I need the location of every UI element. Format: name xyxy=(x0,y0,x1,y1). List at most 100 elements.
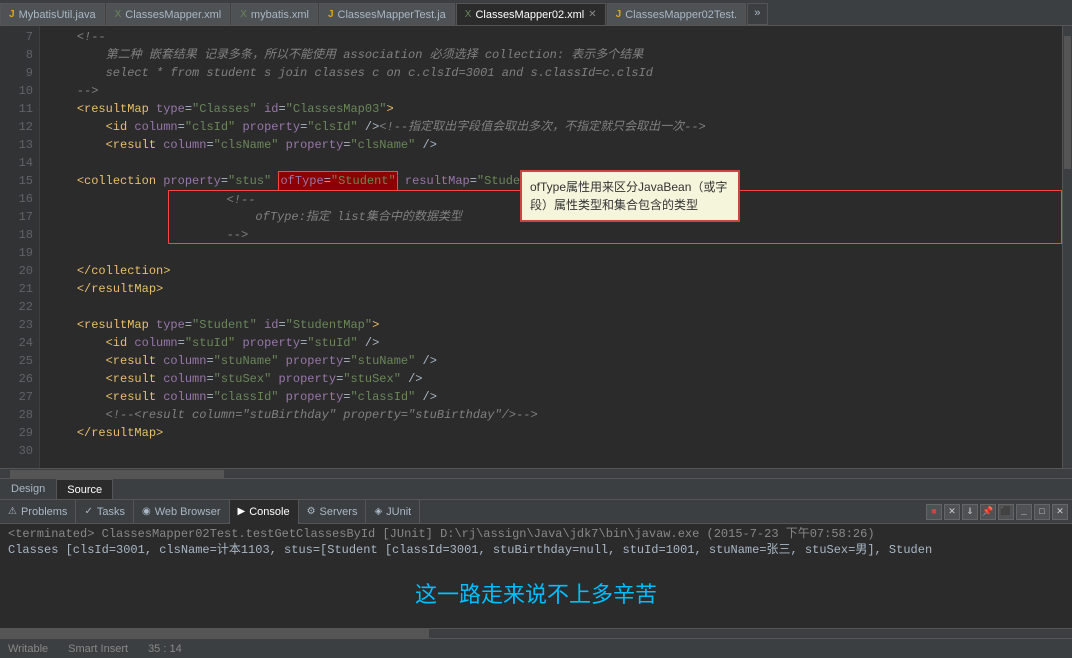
line-number: 15 xyxy=(0,172,33,190)
code-line-22 xyxy=(48,298,1062,316)
line-number: 20 xyxy=(0,262,33,280)
line-number: 12 xyxy=(0,118,33,136)
tab-label: ClassesMapper.xml xyxy=(125,9,221,21)
code-line-10: --> xyxy=(48,82,1062,100)
tab-label: mybatis.xml xyxy=(251,9,309,21)
line-number: 27 xyxy=(0,388,33,406)
close-panel-button[interactable]: ✕ xyxy=(1052,504,1068,520)
code-line-26: <result column="stuSex" property="stuSex… xyxy=(48,370,1062,388)
tab-junit[interactable]: ◈ JUnit xyxy=(366,500,420,524)
code-line-13: <result column="clsName" property="clsNa… xyxy=(48,136,1062,154)
tab-mybatis[interactable]: X mybatis.xml xyxy=(231,3,318,25)
console-scrollbar[interactable] xyxy=(0,628,1072,638)
line-number: 24 xyxy=(0,334,33,352)
tab-classesmappertest[interactable]: J ClassesMapperTest.ja xyxy=(319,3,455,25)
pin-button[interactable]: 📌 xyxy=(980,504,996,520)
line-number: 16 xyxy=(0,190,33,208)
code-line-29: </resultMap> xyxy=(48,424,1062,442)
tooltip-text: ofType属性用来区分JavaBean（或字段）属性类型和集合包含的类型 xyxy=(530,180,727,212)
code-line-23: <resultMap type="Student" id="StudentMap… xyxy=(48,316,1062,334)
line-numbers: 7 8 9 10 11 12 13 14 15 16 17 18 19 20 2… xyxy=(0,26,40,468)
watermark: 这一路走来说不上多辛苦 xyxy=(0,587,1072,603)
tab-label: MybatisUtil.java xyxy=(19,9,96,21)
console-terminated: <terminated> ClassesMapper02Test.testGet… xyxy=(8,526,1064,542)
tab-bar: J MybatisUtil.java X ClassesMapper.xml X… xyxy=(0,0,1072,26)
line-number: 23 xyxy=(0,316,33,334)
maximize-button[interactable]: □ xyxy=(1034,504,1050,520)
smart-insert-status: Smart Insert xyxy=(68,643,128,655)
line-number: 29 xyxy=(0,424,33,442)
junit-label: JUnit xyxy=(386,506,411,518)
line-number: 25 xyxy=(0,352,33,370)
code-line-30 xyxy=(48,442,1062,460)
line-number: 9 xyxy=(0,64,33,82)
status-bar: Writable Smart Insert 35 : 14 xyxy=(0,638,1072,658)
code-line-7: <!-- xyxy=(48,28,1062,46)
tasks-icon: ✓ xyxy=(84,506,92,517)
bottom-tabs-bar: ⚠ Problems ✓ Tasks ◉ Web Browser ▶ Conso… xyxy=(0,500,1072,524)
browser-label: Web Browser xyxy=(155,506,221,518)
code-line-9: select * from student s join classes c o… xyxy=(48,64,1062,82)
line-number: 17 xyxy=(0,208,33,226)
line-number: 11 xyxy=(0,100,33,118)
servers-label: Servers xyxy=(320,506,358,518)
scroll-lock-button[interactable]: ⇓ xyxy=(962,504,978,520)
line-number: 14 xyxy=(0,154,33,172)
code-line-19 xyxy=(48,244,1062,262)
xml-icon: X xyxy=(465,9,472,20)
code-line-25: <result column="stuName" property="stuNa… xyxy=(48,352,1062,370)
xml-icon: X xyxy=(240,9,247,20)
tab-servers[interactable]: ⚙ Servers xyxy=(299,500,367,524)
tab-mybatisutil[interactable]: J MybatisUtil.java xyxy=(0,3,105,25)
code-line-11: <resultMap type="Classes" id="ClassesMap… xyxy=(48,100,1062,118)
console-label: Console xyxy=(249,506,289,518)
code-area[interactable]: <!-- 第二种 嵌套结果 记录多条，所以不能使用 association 必须… xyxy=(40,26,1062,468)
problems-label: Problems xyxy=(21,506,67,518)
tab-tasks[interactable]: ✓ Tasks xyxy=(76,500,134,524)
line-number: 22 xyxy=(0,298,33,316)
tab-classesmapper02[interactable]: X ClassesMapper02.xml ✕ xyxy=(456,3,606,25)
scrollbar-thumb xyxy=(0,629,429,638)
minimize-button[interactable]: _ xyxy=(1016,504,1032,520)
line-number: 26 xyxy=(0,370,33,388)
design-tab[interactable]: Design xyxy=(0,479,56,499)
editor-container: 7 8 9 10 11 12 13 14 15 16 17 18 19 20 2… xyxy=(0,26,1072,468)
line-number: 13 xyxy=(0,136,33,154)
code-line-21: </resultMap> xyxy=(48,280,1062,298)
java-icon: J xyxy=(328,9,334,20)
stop-button[interactable]: ■ xyxy=(926,504,942,520)
clear-button[interactable]: ✕ xyxy=(944,504,960,520)
tab-webbrowser[interactable]: ◉ Web Browser xyxy=(134,500,230,524)
close-icon[interactable]: ✕ xyxy=(588,9,596,20)
code-line-20: </collection> xyxy=(48,262,1062,280)
line-number: 10 xyxy=(0,82,33,100)
browser-icon: ◉ xyxy=(142,506,151,517)
java-icon: J xyxy=(616,9,622,20)
design-source-bar: Design Source xyxy=(0,478,1072,500)
line-number: 30 xyxy=(0,442,33,460)
tab-console[interactable]: ▶ Console xyxy=(230,500,299,524)
expand-button[interactable]: ⬛ xyxy=(998,504,1014,520)
xml-icon: X xyxy=(115,9,122,20)
junit-icon: ◈ xyxy=(374,506,382,517)
java-icon: J xyxy=(9,9,15,20)
source-tab[interactable]: Source xyxy=(56,479,113,499)
line-number: 19 xyxy=(0,244,33,262)
line-number: 8 xyxy=(0,46,33,64)
console-content: <terminated> ClassesMapper02Test.testGet… xyxy=(0,524,1072,628)
code-line-28: <!--<result column="stuBirthday" propert… xyxy=(48,406,1062,424)
servers-icon: ⚙ xyxy=(307,506,316,517)
tab-classesmapper[interactable]: X ClassesMapper.xml xyxy=(106,3,231,25)
tab-classesmapper02test[interactable]: J ClassesMapper02Test. xyxy=(607,3,746,25)
tasks-label: Tasks xyxy=(97,506,125,518)
line-number: 21 xyxy=(0,280,33,298)
code-line-27: <result column="classId" property="class… xyxy=(48,388,1062,406)
tab-label: ClassesMapper02Test. xyxy=(625,9,737,21)
bottom-toolbar: ■ ✕ ⇓ 📌 ⬛ _ □ ✕ xyxy=(926,504,1072,520)
tab-problems[interactable]: ⚠ Problems xyxy=(0,500,76,524)
tab-more-button[interactable]: » xyxy=(747,3,768,25)
vertical-scrollbar[interactable] xyxy=(1062,26,1072,468)
code-line-24: <id column="stuId" property="stuId" /> xyxy=(48,334,1062,352)
line-number: 18 xyxy=(0,226,33,244)
code-line-12: <id column="clsId" property="clsId" /><!… xyxy=(48,118,1062,136)
